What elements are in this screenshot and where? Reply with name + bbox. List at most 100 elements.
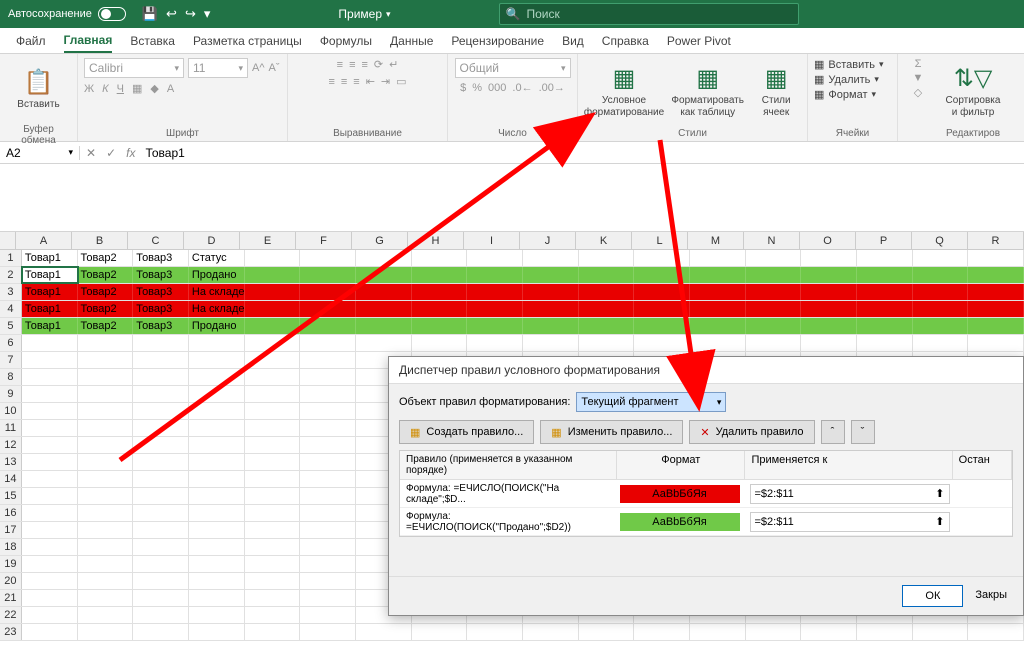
tab-файл[interactable]: Файл [16, 30, 46, 52]
cell-C9[interactable] [133, 386, 189, 402]
cell-A9[interactable] [22, 386, 78, 402]
cell-A2[interactable]: Товар1 [22, 267, 78, 283]
sort-filter-button[interactable]: ⇅▽ Сортировка и фильтр [944, 60, 1002, 124]
cell-Q6[interactable] [913, 335, 969, 351]
cell-R2[interactable] [968, 267, 1024, 283]
cell-F15[interactable] [300, 488, 356, 504]
tab-вставка[interactable]: Вставка [130, 30, 175, 52]
cell-J5[interactable] [523, 318, 579, 334]
cell-I3[interactable] [467, 284, 523, 300]
cell-E4[interactable] [245, 301, 301, 317]
tab-power-pivot[interactable]: Power Pivot [667, 30, 731, 52]
row-header-10[interactable]: 10 [0, 403, 22, 419]
cell-I2[interactable] [467, 267, 523, 283]
insert-cells-button[interactable]: ▦ Вставить ▾ [814, 58, 884, 71]
cell-D4[interactable]: На складе [189, 301, 245, 317]
cell-I4[interactable] [467, 301, 523, 317]
cell-K3[interactable] [579, 284, 635, 300]
cell-A6[interactable] [22, 335, 78, 351]
cell-F17[interactable] [300, 522, 356, 538]
cell-E18[interactable] [245, 539, 301, 555]
cell-E1[interactable] [245, 250, 301, 266]
row-header-15[interactable]: 15 [0, 488, 22, 504]
document-title[interactable]: Пример ▾ [338, 7, 390, 21]
row-header-5[interactable]: 5 [0, 318, 22, 334]
delete-rule-button[interactable]: ✕Удалить правило [689, 420, 814, 444]
cell-G1[interactable] [356, 250, 412, 266]
cell-C11[interactable] [133, 420, 189, 436]
cell-I6[interactable] [467, 335, 523, 351]
cell-F14[interactable] [300, 471, 356, 487]
column-header-P[interactable]: P [856, 232, 912, 249]
cell-F23[interactable] [300, 624, 356, 640]
cell-D22[interactable] [189, 607, 245, 623]
cell-A16[interactable] [22, 505, 78, 521]
cell-C19[interactable] [133, 556, 189, 572]
row-header-2[interactable]: 2 [0, 267, 22, 283]
row-header-4[interactable]: 4 [0, 301, 22, 317]
cell-G4[interactable] [356, 301, 412, 317]
cell-C23[interactable] [133, 624, 189, 640]
cell-P5[interactable] [857, 318, 913, 334]
cell-B6[interactable] [78, 335, 134, 351]
cell-C6[interactable] [133, 335, 189, 351]
clear-icon[interactable]: ◇ [914, 86, 922, 99]
cell-C21[interactable] [133, 590, 189, 606]
enter-icon[interactable]: ✓ [106, 146, 116, 160]
cell-styles-button[interactable]: ▦ Стили ячеек [751, 60, 801, 124]
cell-G3[interactable] [356, 284, 412, 300]
cell-E11[interactable] [245, 420, 301, 436]
cell-C14[interactable] [133, 471, 189, 487]
cell-L3[interactable] [634, 284, 690, 300]
cell-E19[interactable] [245, 556, 301, 572]
cell-E15[interactable] [245, 488, 301, 504]
cell-B20[interactable] [78, 573, 134, 589]
row-header-14[interactable]: 14 [0, 471, 22, 487]
cell-A12[interactable] [22, 437, 78, 453]
column-header-N[interactable]: N [744, 232, 800, 249]
name-box[interactable]: A2 ▾ [0, 146, 80, 160]
cell-C22[interactable] [133, 607, 189, 623]
cell-E14[interactable] [245, 471, 301, 487]
cell-F19[interactable] [300, 556, 356, 572]
cell-P3[interactable] [857, 284, 913, 300]
increase-decimal-icon[interactable]: .0← [512, 82, 532, 94]
align-center-icon[interactable]: ≡ [341, 75, 347, 88]
cell-A18[interactable] [22, 539, 78, 555]
autosum-icon[interactable]: Σ [915, 58, 922, 70]
font-name-combo[interactable]: Calibri▾ [84, 58, 184, 78]
cell-A3[interactable]: Товар1 [22, 284, 78, 300]
cell-D7[interactable] [189, 352, 245, 368]
cancel-icon[interactable]: ✕ [86, 146, 96, 160]
cell-B22[interactable] [78, 607, 134, 623]
cell-B1[interactable]: Товар2 [78, 250, 134, 266]
cell-F7[interactable] [300, 352, 356, 368]
cell-G6[interactable] [356, 335, 412, 351]
row-header-11[interactable]: 11 [0, 420, 22, 436]
cell-D6[interactable] [189, 335, 245, 351]
row-header-1[interactable]: 1 [0, 250, 22, 266]
align-left-icon[interactable]: ≡ [328, 75, 334, 88]
indent-dec-icon[interactable]: ⇤ [366, 75, 375, 88]
increase-font-icon[interactable]: A^ [252, 58, 265, 78]
cell-F8[interactable] [300, 369, 356, 385]
cell-E6[interactable] [245, 335, 301, 351]
cell-D14[interactable] [189, 471, 245, 487]
tab-разметка-страницы[interactable]: Разметка страницы [193, 30, 302, 52]
column-header-B[interactable]: B [72, 232, 128, 249]
cell-E2[interactable] [245, 267, 301, 283]
column-header-F[interactable]: F [296, 232, 352, 249]
cell-N23[interactable] [746, 624, 802, 640]
cell-B23[interactable] [78, 624, 134, 640]
rule-row-0[interactable]: Формула: =ЕЧИСЛО(ПОИСК("На складе";$D...… [400, 480, 1012, 508]
applies-to-input[interactable]: =$2:$11⬆ [750, 512, 950, 532]
underline-button[interactable]: Ч [117, 82, 124, 95]
tab-формулы[interactable]: Формулы [320, 30, 372, 52]
cell-I1[interactable] [467, 250, 523, 266]
column-header-Q[interactable]: Q [912, 232, 968, 249]
tab-рецензирование[interactable]: Рецензирование [451, 30, 544, 52]
cell-D5[interactable]: Продано [189, 318, 245, 334]
cell-B11[interactable] [78, 420, 134, 436]
ok-button[interactable]: ОК [902, 585, 963, 607]
cell-D19[interactable] [189, 556, 245, 572]
